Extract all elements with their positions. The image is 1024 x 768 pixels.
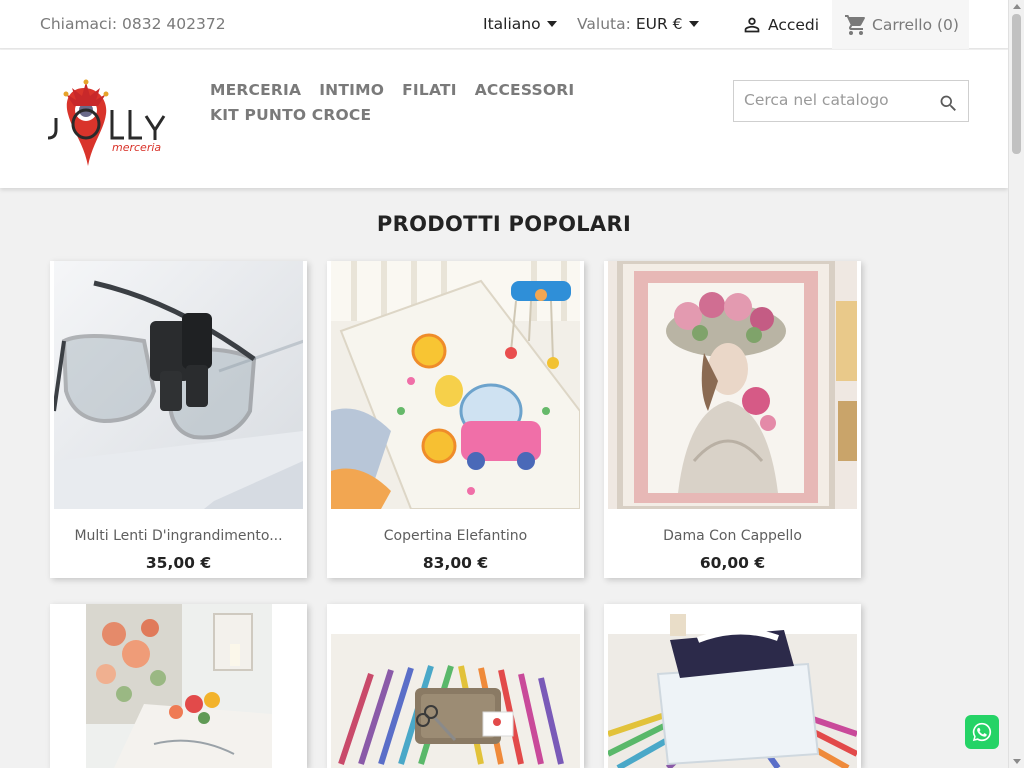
product-card[interactable] [327,604,584,768]
language-selector-label: Italiano [483,15,541,33]
login-label: Accedi [768,16,820,34]
top-bar: Chiamaci: 0832 402372 Italiano Valuta: E… [0,0,1008,49]
product-image[interactable] [331,604,580,768]
product-image[interactable] [608,261,857,509]
currency-value: EUR € [635,15,683,33]
scroll-down-arrow-icon[interactable] [1013,759,1021,764]
product-image[interactable] [608,604,857,768]
cart-button[interactable]: Carrello (0) [832,0,969,49]
contact-phone: Chiamaci: 0832 402372 [40,15,226,33]
product-name[interactable]: Copertina Elefantino [327,528,584,544]
product-price: 35,00 € [145,554,212,572]
caret-down-icon [688,21,699,27]
product-card[interactable] [604,604,861,768]
cart-label: Carrello (0) [872,15,959,34]
product-image[interactable] [54,261,303,509]
product-card[interactable]: Multi Lenti D'ingrandimento... 35,00 € [50,261,307,578]
shopping-cart-icon [845,14,865,35]
product-price: 60,00 € [699,554,766,572]
product-price: 83,00 € [422,554,489,572]
menu-item-kit-punto-croce[interactable]: Kit Punto Croce [210,106,371,124]
product-image[interactable] [54,604,303,768]
main-menu: Merceria Intimo Filati Accessori Kit Pun… [210,81,600,124]
scroll-up-arrow-icon[interactable] [1013,4,1021,9]
search-input[interactable] [744,91,929,109]
whatsapp-button[interactable] [965,715,999,749]
product-card[interactable]: Copertina Elefantino 83,00 € [327,261,584,578]
currency-selector[interactable]: Valuta: EUR € [577,15,699,33]
caret-down-icon [546,21,557,27]
language-selector[interactable]: Italiano [483,15,557,33]
user-icon [744,17,760,33]
product-name[interactable]: Dama Con Cappello [604,528,861,544]
menu-item-merceria[interactable]: Merceria [210,81,301,99]
search-box [733,80,969,122]
menu-item-accessori[interactable]: Accessori [475,81,575,99]
page-scrollbar[interactable] [1008,0,1024,768]
menu-item-filati[interactable]: Filati [402,81,457,99]
currency-label: Valuta: [577,15,631,33]
logo-subtext: merceria [112,141,161,154]
site-logo[interactable]: merceria [46,78,170,168]
product-card[interactable] [50,604,307,768]
search-icon[interactable] [938,93,959,114]
product-card[interactable]: Dama Con Cappello 60,00 € [604,261,861,578]
jolly-logo-icon: merceria [47,79,166,166]
product-image[interactable] [331,261,580,509]
menu-item-intimo[interactable]: Intimo [319,81,384,99]
scroll-thumb[interactable] [1012,14,1021,154]
whatsapp-icon [972,722,992,742]
main-header: merceria Merceria Intimo Filati Accessor… [0,50,1008,188]
login-link[interactable]: Accedi [741,14,819,36]
product-name[interactable]: Multi Lenti D'ingrandimento... [50,528,307,544]
section-title: PRODOTTI POPOLARI [376,212,632,236]
